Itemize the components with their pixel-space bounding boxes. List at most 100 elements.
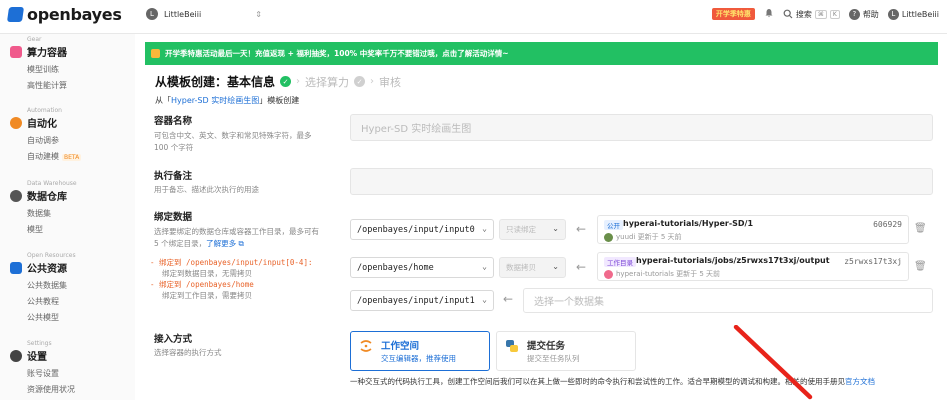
arrow-left-icon: ← <box>576 260 587 274</box>
sidebar-item-models[interactable]: 模型 <box>27 224 77 235</box>
sidebar-item-hpc[interactable]: 高性能计算 <box>27 80 67 91</box>
sidebar-item-data-warehouse[interactable]: 数据仓库 <box>10 188 77 203</box>
sidebar-item-public-resources[interactable]: 公共资源 <box>10 260 76 275</box>
sidebar-item-compute[interactable]: 算力容器 <box>10 44 67 59</box>
hint-home-desc: 绑定到工作目录，需要拷贝 <box>162 291 252 300</box>
sidebar-item-autotune[interactable]: 自动调参 <box>27 135 81 146</box>
sidebar-item-automation[interactable]: 自动化 <box>10 115 81 130</box>
option-title: 提交任务 <box>527 341 566 352</box>
logo[interactable]: openbayes <box>6 5 122 24</box>
sidebar-group-gear: Gear 算力容器 模型训练 高性能计算 <box>10 36 67 91</box>
sidebar-item-settings[interactable]: 设置 <box>10 348 75 363</box>
sidebar-item-public-datasets[interactable]: 公共数据集 <box>27 280 76 291</box>
step-review: 审核 <box>379 75 402 89</box>
dataset-card[interactable]: 公开 hyperai-tutorials/Hyper-SD/1 606929 y… <box>597 215 909 244</box>
bell-icon[interactable] <box>764 8 774 20</box>
sidebar-category: Automation <box>27 107 62 114</box>
hint-home-path: - 绑定到 /openbayes/home <box>150 280 254 289</box>
container-icon <box>10 45 22 58</box>
trash-icon[interactable]: 🗑 <box>914 261 927 272</box>
mount-path-value: /openbayes/input/input0 <box>357 224 475 235</box>
help-line: 可包含中文、英文、数字和常见特殊字符，最多 <box>154 131 312 140</box>
promo-banner[interactable]: 开学季特惠活动最后一天！充值返现 + 福利抽奖，100% 中奖率千万不要错过哦，… <box>145 42 938 65</box>
sidebar: Gear 算力容器 模型训练 高性能计算 Automation 自动化 自动调参… <box>0 34 135 400</box>
workdir-title: hyperai-tutorials/jobs/z5rwxs17t3xj/outp… <box>636 256 830 265</box>
help-line: 选择要绑定的数据仓库或容器工作目录，最多可有 <box>154 227 319 236</box>
sidebar-category: Settings <box>27 340 52 347</box>
dataset-version: 606929 <box>873 220 902 229</box>
template-source-suffix: 」模板创建 <box>259 96 300 105</box>
sidebar-item-public-models[interactable]: 公共模型 <box>27 312 76 323</box>
arrow-left-icon: ← <box>576 222 587 236</box>
sidebar-category: Open Resources <box>27 252 76 259</box>
container-name-help: 可包含中文、英文、数字和常见特殊字符，最多 100 个字符 <box>154 130 312 154</box>
sidebar-item-resource-usage[interactable]: 资源使用状况 <box>27 384 75 395</box>
mount-path-select[interactable]: /openbayes/input/input1 ⌄ <box>350 290 494 311</box>
sidebar-heading: 公共资源 <box>27 264 67 275</box>
access-help: 选择容器的执行方式 <box>154 348 222 357</box>
workdir-card[interactable]: 工作目录 hyperai-tutorials/jobs/z5rwxs17t3xj… <box>597 252 909 281</box>
search-button[interactable]: 搜索 ⌘ K <box>783 9 840 20</box>
learn-more-link[interactable]: 了解更多 <box>206 239 236 248</box>
help-line: 100 个字符 <box>154 143 194 152</box>
sidebar-item-label: 自动建模 <box>27 152 59 161</box>
bind-data-help: 选择要绑定的数据仓库或容器工作目录，最多可有 5 个绑定目录，了解更多 ⧉ <box>154 226 319 250</box>
access-description: 一种交互式的代码执行工具，创建工作空间后我们可以在其上做一些即时的命令执行和尝试… <box>350 376 935 388</box>
docs-link[interactable]: 官方文档 <box>845 377 875 386</box>
option-workspace[interactable]: 工作空间 交互编辑器，推荐使用 <box>350 331 490 371</box>
chevron-down-icon: ⌄ <box>482 224 487 233</box>
container-name-input[interactable]: Hyper-SD 实时绘画生图 <box>350 114 933 141</box>
stepper: 从模板创建：基本信息 ✓ › 选择算力 ✓ › 审核 <box>155 73 401 90</box>
option-title: 工作空间 <box>381 341 420 352</box>
option-submit-task[interactable]: 提交任务 提交至任务队列 <box>496 331 636 371</box>
step-select-compute: 选择算力 <box>305 75 350 89</box>
dataset-title: hyperai-tutorials/Hyper-SD/1 <box>623 219 754 228</box>
workspace-switcher[interactable]: L LittleBeiii ⇕ <box>146 8 262 20</box>
user-menu[interactable]: L LittleBeiii <box>887 8 939 20</box>
chevron-updown-icon: ⇕ <box>255 9 262 19</box>
workspace-name: LittleBeiii <box>164 9 202 19</box>
public-resources-icon <box>10 261 22 274</box>
option-subtitle: 交互编辑器，推荐使用 <box>381 354 456 363</box>
dataset-picker[interactable]: 选择一个数据集 <box>523 288 933 313</box>
hint-input-path: - 绑定到 /openbayes/input/input[0-4]: <box>150 258 313 267</box>
python-icon <box>506 340 518 352</box>
sidebar-item-datasets[interactable]: 数据集 <box>27 208 77 219</box>
beta-badge: BETA <box>62 154 82 161</box>
help-line: 5 个绑定目录，了解更多 ⧉ <box>154 238 319 250</box>
template-source: 从「Hyper-SD 实时绘画生图」模板创建 <box>155 95 299 106</box>
database-icon <box>10 189 22 202</box>
trash-icon[interactable]: 🗑 <box>914 223 927 234</box>
sidebar-item-public-tutorials[interactable]: 公共教程 <box>27 296 76 307</box>
mount-path-select[interactable]: /openbayes/home ⌄ <box>350 257 494 278</box>
sidebar-group-settings: Settings 设置 账号设置 资源使用状况 <box>10 340 75 395</box>
exec-note-input[interactable] <box>350 168 933 195</box>
sidebar-group-data: Data Warehouse 数据仓库 数据集 模型 <box>10 180 77 235</box>
logo-icon <box>6 7 25 22</box>
bind-mode-select[interactable]: 只读绑定 ⌄ <box>499 219 566 240</box>
sidebar-item-model-training[interactable]: 模型训练 <box>27 64 67 75</box>
automation-icon <box>10 116 22 129</box>
workdir-meta: hyperai-tutorials 更新于 5 天前 <box>604 269 720 279</box>
sidebar-item-automodel[interactable]: 自动建模 BETA <box>27 151 82 162</box>
sidebar-item-account-settings[interactable]: 账号设置 <box>27 368 75 379</box>
help-button[interactable]: ? 帮助 <box>848 8 879 20</box>
sidebar-group-public: Open Resources 公共资源 公共数据集 公共教程 公共模型 <box>10 252 76 323</box>
sidebar-heading: 数据仓库 <box>27 192 67 203</box>
promo-badge[interactable]: 开学季特惠 <box>711 8 755 20</box>
bind-mode-value: 只读绑定 <box>506 225 536 234</box>
hint-input-desc: 绑定到数据目录，无需拷贝 <box>162 269 252 278</box>
help-icon: ? <box>848 8 860 20</box>
mount-path-select[interactable]: /openbayes/input/input0 ⌄ <box>350 219 494 240</box>
search-label: 搜索 <box>795 9 812 19</box>
exec-note-label: 执行备注 <box>154 171 193 182</box>
exec-note-help: 用于备忘、描述此次执行的用途 <box>154 185 259 194</box>
avatar <box>604 269 613 279</box>
chevron-down-icon: ⌄ <box>482 262 487 271</box>
template-link[interactable]: Hyper-SD 实时绘画生图 <box>171 96 259 105</box>
chevron-right-icon: › <box>370 76 375 87</box>
gear-icon <box>10 349 22 362</box>
job-id: z5rwxs17t3xj <box>844 257 902 266</box>
public-badge: 公开 <box>604 220 623 230</box>
bind-mode-select[interactable]: 数据拷贝 ⌄ <box>499 257 566 278</box>
